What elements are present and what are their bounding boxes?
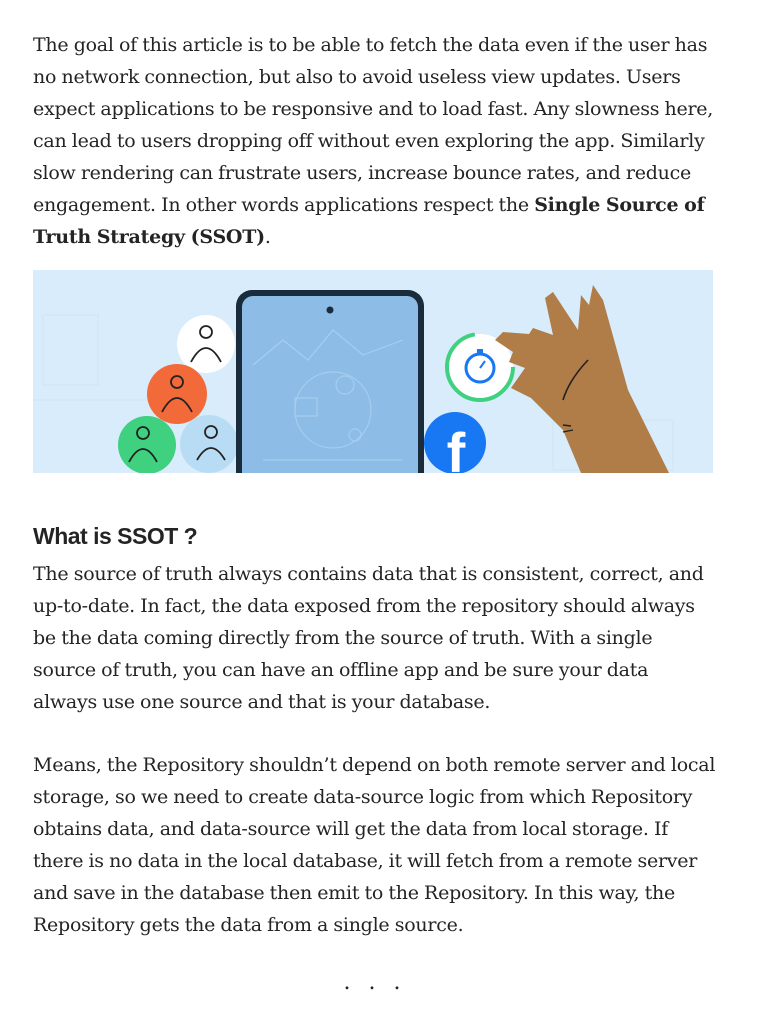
section-paragraph-2: Means, the Repository shouldn’t depend o… — [33, 749, 717, 941]
intro-end: . — [264, 226, 271, 248]
svg-text:f: f — [447, 421, 466, 473]
section-heading: What is SSOT ? — [33, 523, 198, 549]
facebook-logo-icon: f — [424, 412, 486, 473]
user-avatar-blue-icon — [180, 415, 238, 473]
paragraph-1-text: The source of truth always contains data… — [33, 563, 704, 713]
intro-text: The goal of this article is to be able t… — [33, 34, 714, 216]
user-avatar-white-icon — [177, 315, 235, 373]
user-avatar-orange-icon — [147, 364, 207, 424]
paragraph-2-text: Means, the Repository shouldn’t depend o… — [33, 754, 716, 936]
section-separator: ... — [343, 970, 419, 995]
section-paragraph-1: The source of truth always contains data… — [33, 558, 717, 718]
phone-icon — [236, 290, 424, 473]
user-avatar-green-icon — [118, 416, 176, 473]
hero-illustration: f — [33, 270, 713, 473]
intro-paragraph: The goal of this article is to be able t… — [33, 29, 717, 253]
